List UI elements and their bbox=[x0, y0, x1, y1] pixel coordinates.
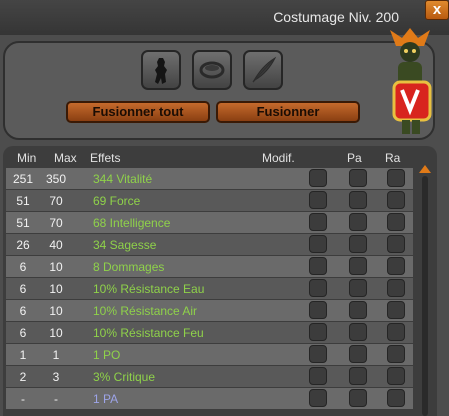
table-row: 251 350 344 Vitalité bbox=[6, 168, 413, 189]
scrollbar[interactable] bbox=[418, 162, 432, 416]
pa-checkbox[interactable] bbox=[349, 301, 367, 319]
close-button[interactable]: x bbox=[425, 0, 449, 20]
cell-min: 26 bbox=[16, 238, 30, 252]
cell-max: 10 bbox=[49, 304, 63, 318]
slot-figure[interactable] bbox=[141, 50, 181, 90]
ra-checkbox[interactable] bbox=[387, 257, 405, 275]
modif-checkbox[interactable] bbox=[309, 389, 327, 407]
cell-max: 10 bbox=[49, 260, 63, 274]
merge-all-button[interactable]: Fusionner tout bbox=[66, 101, 210, 123]
header-min: Min bbox=[17, 151, 37, 165]
pa-checkbox[interactable] bbox=[349, 323, 367, 341]
table-row: 6 10 8 Dommages bbox=[6, 256, 413, 277]
cell-min: 51 bbox=[16, 216, 30, 230]
feather-icon bbox=[252, 56, 277, 83]
scroll-up-icon[interactable] bbox=[418, 164, 432, 174]
cell-effect: 68 Intelligence bbox=[93, 216, 171, 230]
cell-max: 70 bbox=[49, 194, 63, 208]
pa-checkbox[interactable] bbox=[349, 367, 367, 385]
ra-checkbox[interactable] bbox=[387, 345, 405, 363]
cell-effect: 10% Résistance Air bbox=[93, 304, 198, 318]
ra-checkbox[interactable] bbox=[387, 169, 405, 187]
cell-effect: 8 Dommages bbox=[93, 260, 165, 274]
table-header: Min Max Effets Modif. Pa Ra bbox=[3, 146, 437, 168]
avatar bbox=[390, 28, 432, 134]
modif-checkbox[interactable] bbox=[309, 213, 327, 231]
pa-checkbox[interactable] bbox=[349, 345, 367, 363]
pa-checkbox[interactable] bbox=[349, 235, 367, 253]
cell-min: 1 bbox=[19, 348, 27, 362]
cell-min: 6 bbox=[19, 260, 27, 274]
cell-effect: 3% Critique bbox=[93, 370, 156, 384]
merge-button[interactable]: Fusionner bbox=[216, 101, 360, 123]
pa-checkbox[interactable] bbox=[349, 169, 367, 187]
ra-checkbox[interactable] bbox=[387, 323, 405, 341]
table-row: 6 10 10% Résistance Eau bbox=[6, 278, 413, 299]
cell-max: 350 bbox=[45, 172, 67, 186]
table-row: - - 1 PA bbox=[6, 388, 413, 409]
modif-checkbox[interactable] bbox=[309, 191, 327, 209]
header-effects: Effets bbox=[90, 151, 121, 165]
pa-checkbox[interactable] bbox=[349, 279, 367, 297]
ra-checkbox[interactable] bbox=[387, 301, 405, 319]
effects-table: Min Max Effets Modif. Pa Ra 251 350 344 Vi… bbox=[3, 146, 437, 416]
header-max: Max bbox=[54, 151, 77, 165]
modif-checkbox[interactable] bbox=[309, 301, 327, 319]
cell-max: 3 bbox=[52, 370, 60, 384]
modif-checkbox[interactable] bbox=[309, 257, 327, 275]
cell-min: - bbox=[21, 392, 25, 406]
header-pa: Pa bbox=[347, 151, 362, 165]
cell-max: 10 bbox=[49, 282, 63, 296]
cell-max: 70 bbox=[49, 216, 63, 230]
pa-checkbox[interactable] bbox=[349, 213, 367, 231]
pa-checkbox[interactable] bbox=[349, 257, 367, 275]
table-row: 2 3 3% Critique bbox=[6, 366, 413, 387]
cell-min: 2 bbox=[19, 370, 27, 384]
cell-max: - bbox=[54, 392, 58, 406]
ra-checkbox[interactable] bbox=[387, 191, 405, 209]
scroll-track[interactable] bbox=[422, 176, 428, 416]
header-modif: Modif. bbox=[262, 151, 295, 165]
cell-min: 51 bbox=[16, 194, 30, 208]
window-title: Costumage Niv. 200 bbox=[273, 9, 399, 25]
slot-ring[interactable] bbox=[192, 50, 232, 90]
table-row: 1 1 1 PO bbox=[6, 344, 413, 365]
cell-effect: 10% Résistance Feu bbox=[93, 326, 204, 340]
ra-checkbox[interactable] bbox=[387, 235, 405, 253]
cell-effect: 344 Vitalité bbox=[93, 172, 153, 186]
modif-checkbox[interactable] bbox=[309, 345, 327, 363]
cell-min: 251 bbox=[12, 172, 34, 186]
cell-max: 10 bbox=[49, 326, 63, 340]
ring-icon bbox=[199, 61, 225, 79]
table-row: 26 40 34 Sagesse bbox=[6, 234, 413, 255]
table-row: 51 70 68 Intelligence bbox=[6, 212, 413, 233]
cell-effect: 1 PA bbox=[93, 392, 119, 406]
cell-min: 6 bbox=[19, 282, 27, 296]
table-row: 51 70 69 Force bbox=[6, 190, 413, 211]
modif-checkbox[interactable] bbox=[309, 279, 327, 297]
cell-effect: 69 Force bbox=[93, 194, 141, 208]
cell-effect: 1 PO bbox=[93, 348, 121, 362]
cell-min: 6 bbox=[19, 326, 27, 340]
table-row: 6 10 10% Résistance Air bbox=[6, 300, 413, 321]
ra-checkbox[interactable] bbox=[387, 213, 405, 231]
ra-checkbox[interactable] bbox=[387, 279, 405, 297]
cell-min: 6 bbox=[19, 304, 27, 318]
ra-checkbox[interactable] bbox=[387, 367, 405, 385]
figure-icon bbox=[155, 58, 167, 84]
modif-checkbox[interactable] bbox=[309, 367, 327, 385]
cell-effect: 10% Résistance Eau bbox=[93, 282, 205, 296]
modif-checkbox[interactable] bbox=[309, 235, 327, 253]
header-ra: Ra bbox=[385, 151, 401, 165]
cell-max: 40 bbox=[49, 238, 63, 252]
cell-max: 1 bbox=[52, 348, 60, 362]
pa-checkbox[interactable] bbox=[349, 389, 367, 407]
ra-checkbox[interactable] bbox=[387, 389, 405, 407]
modif-checkbox[interactable] bbox=[309, 323, 327, 341]
slot-feather[interactable] bbox=[243, 50, 283, 90]
table-row: 6 10 10% Résistance Feu bbox=[6, 322, 413, 343]
pa-checkbox[interactable] bbox=[349, 191, 367, 209]
cell-effect: 34 Sagesse bbox=[93, 238, 157, 252]
modif-checkbox[interactable] bbox=[309, 169, 327, 187]
